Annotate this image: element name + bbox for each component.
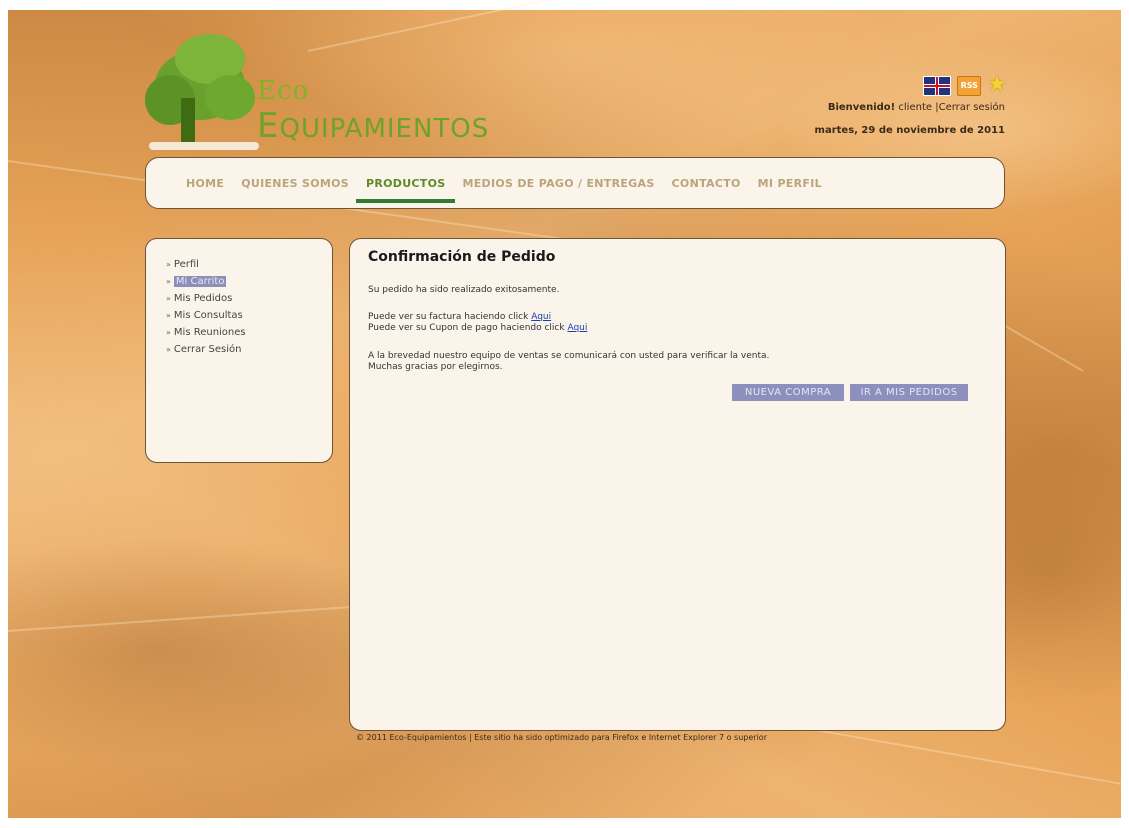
sidebar-item-mis-pedidos[interactable]: » Mis Pedidos: [166, 293, 246, 305]
header-user-panel: RSS ★ Bienvenido! cliente |Cerrar sesión…: [814, 74, 1007, 137]
sidebar-item-mis-consultas[interactable]: » Mis Consultas: [166, 310, 246, 322]
coupon-line: Puede ver su Cupon de pago haciendo clic…: [368, 323, 588, 333]
star-icon[interactable]: ★: [987, 74, 1007, 96]
sidebar-item-mi-carrito[interactable]: » Mi Carrito: [166, 276, 246, 288]
nav-quienes-somos[interactable]: QUIENES SOMOS: [241, 177, 349, 190]
logo-eco-text: Eco: [257, 76, 310, 106]
sidebar: » Perfil » Mi Carrito » Mis Pedidos » Mis Co…: [145, 238, 333, 463]
sidebar-item-perfil[interactable]: » Perfil: [166, 259, 246, 271]
coupon-link[interactable]: Aqui: [567, 323, 587, 333]
main-nav: HOME QUIENES SOMOS PRODUCTOS MEDIOS DE P…: [145, 157, 1005, 209]
nav-productos[interactable]: PRODUCTOS: [356, 177, 455, 203]
rss-icon[interactable]: RSS: [957, 76, 982, 96]
success-message: Su pedido ha sido realizado exitosamente…: [368, 285, 560, 295]
nav-mi-perfil[interactable]: MI PERFIL: [758, 177, 822, 190]
logout-link[interactable]: Cerrar sesión: [939, 102, 1005, 113]
sidebar-item-cerrar-sesion[interactable]: » Cerrar Sesión: [166, 344, 246, 356]
my-orders-button[interactable]: IR A MIS PEDIDOS: [850, 384, 968, 401]
new-purchase-button[interactable]: NUEVA COMPRA: [732, 384, 844, 401]
invoice-line: Puede ver su factura haciendo click Aqui: [368, 312, 552, 322]
site-logo[interactable]: Eco EQUIPAMIENTOS: [145, 20, 488, 152]
header-icons: RSS ★: [815, 74, 1007, 96]
footer-text: © 2011 Eco-Equipamientos | Este sitio ha…: [356, 733, 767, 742]
nav-home[interactable]: HOME: [186, 177, 224, 190]
nav-contacto[interactable]: CONTACTO: [672, 177, 741, 190]
current-date: martes, 29 de noviembre de 2011: [814, 125, 1005, 136]
welcome-text: Bienvenido! cliente |Cerrar sesión: [827, 102, 1005, 113]
sales-notice: A la brevedad nuestro equipo de ventas s…: [368, 351, 770, 361]
uk-flag-icon[interactable]: [923, 76, 952, 96]
main-content: Confirmación de Pedido Su pedido ha sido…: [349, 238, 1006, 731]
logo-equipamientos-text: EQUIPAMIENTOS: [257, 106, 490, 146]
page-title: Confirmación de Pedido: [368, 249, 556, 265]
invoice-link[interactable]: Aqui: [531, 312, 551, 322]
sidebar-item-mis-reuniones[interactable]: » Mis Reuniones: [166, 327, 246, 339]
nav-medios-de-pago[interactable]: MEDIOS DE PAGO / ENTREGAS: [462, 177, 654, 190]
thanks-message: Muchas gracias por elegirnos.: [368, 362, 503, 372]
